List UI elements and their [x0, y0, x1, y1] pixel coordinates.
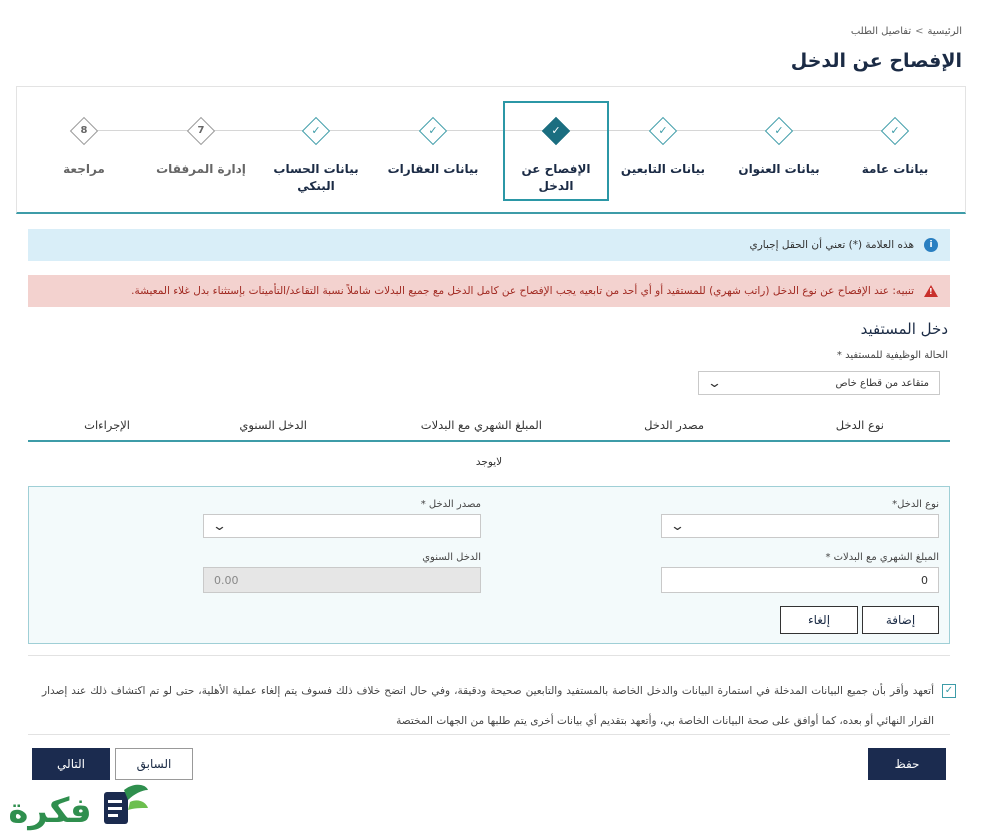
step-label: بيانات التابعين	[620, 162, 706, 176]
check-icon: ✓	[880, 116, 910, 146]
section-title-beneficiary-income: دخل المستفيد	[860, 320, 948, 338]
chevron-down-icon: ⌄	[211, 518, 228, 534]
step-bank-account-data[interactable]: ✓ بيانات الحساب البنكي	[261, 87, 371, 215]
add-income-button[interactable]: إضافة	[862, 606, 939, 634]
income-type-select[interactable]: ⌄	[661, 514, 939, 538]
page-title: الإفصاح عن الدخل	[790, 50, 962, 72]
employment-status-value: متقاعد من قطاع خاص	[835, 377, 929, 389]
income-warning-alert: ! تنبيه: عند الإفصاح عن نوع الدخل (راتب …	[28, 275, 950, 307]
table-empty-message: لايوجد	[475, 456, 503, 468]
step-label: بيانات الحساب البنكي	[273, 162, 359, 193]
warning-alert-text: تنبيه: عند الإفصاح عن نوع الدخل (راتب شه…	[131, 285, 914, 297]
breadcrumb-separator: >	[915, 26, 924, 37]
check-icon: ✓	[541, 116, 571, 146]
breadcrumb-current: تفاصيل الطلب	[850, 26, 912, 37]
info-alert-text: هذه العلامة (*) تعني أن الحقل إجباري	[749, 239, 914, 251]
consent-checkbox[interactable]: ✓	[942, 684, 956, 698]
annual-income-value: 0.00	[214, 573, 239, 587]
step-dependents-data[interactable]: ✓ بيانات التابعين	[608, 87, 718, 215]
income-type-label: نوع الدخل*	[892, 499, 939, 510]
step-label: بيانات العنوان	[738, 162, 820, 176]
step-number-8: 8	[69, 116, 99, 146]
divider	[28, 734, 950, 735]
step-label: مراجعة	[63, 162, 105, 176]
required-field-info-alert: i هذه العلامة (*) تعني أن الحقل إجباري	[28, 229, 950, 261]
income-source-select[interactable]: ⌄	[203, 514, 481, 538]
monthly-amount-input[interactable]: 0	[661, 567, 939, 593]
add-income-form: نوع الدخل* ⌄ مصدر الدخل * ⌄ المبلغ الشهر…	[28, 486, 950, 644]
fikra-logo-mark: فكرة	[8, 784, 148, 831]
next-button[interactable]: التالي	[32, 748, 110, 780]
step-attachments[interactable]: 7 إدارة المرفقات	[146, 87, 256, 215]
column-header-income-type: نوع الدخل	[835, 418, 884, 432]
check-icon: ✓	[648, 116, 678, 146]
previous-button[interactable]: السابق	[115, 748, 193, 780]
monthly-amount-label: المبلغ الشهري مع البدلات *	[825, 552, 939, 563]
step-label: بيانات عامة	[861, 162, 929, 176]
breadcrumb: الرئيسية > تفاصيل الطلب	[851, 26, 962, 37]
check-icon: ✓	[418, 116, 448, 146]
consent-declaration: ✓ أتعهد وأقر بأن جميع البيانات المدخلة ف…	[42, 676, 956, 736]
save-button[interactable]: حفظ	[868, 748, 946, 780]
step-address-data[interactable]: ✓ بيانات العنوان	[724, 87, 834, 215]
step-label: إدارة المرفقات	[156, 162, 246, 176]
annual-income-label: الدخل السنوي	[422, 552, 481, 563]
step-general-data[interactable]: ✓ بيانات عامة	[840, 87, 950, 215]
wizard-stepper: ✓ بيانات عامة ✓ بيانات العنوان ✓ بيانات …	[16, 86, 966, 214]
column-header-monthly-amount: المبلغ الشهري مع البدلات	[420, 418, 542, 432]
chevron-down-icon: ⌄	[669, 518, 686, 534]
step-label: بيانات العقارات	[387, 162, 479, 176]
step-label: الإفصاح عن الدخل	[521, 162, 591, 193]
divider	[28, 655, 950, 656]
column-header-income-source: مصدر الدخل	[644, 418, 704, 432]
employment-status-select[interactable]: متقاعد من قطاع خاص ⌄	[698, 371, 940, 395]
logo-wordmark: فكرة	[8, 791, 91, 831]
check-icon: ✓	[301, 116, 331, 146]
column-header-annual-income: الدخل السنوي	[239, 418, 307, 432]
employment-status-label: الحالة الوظيفية للمستفيد *	[836, 350, 948, 361]
cancel-income-button[interactable]: إلغاء	[780, 606, 858, 634]
info-icon: i	[924, 238, 938, 252]
breadcrumb-home[interactable]: الرئيسية	[928, 26, 962, 37]
consent-text: أتعهد وأقر بأن جميع البيانات المدخلة في …	[42, 685, 934, 727]
step-real-estate-data[interactable]: ✓ بيانات العقارات	[378, 87, 488, 215]
income-table-header: نوع الدخل مصدر الدخل المبلغ الشهري مع ال…	[28, 414, 950, 442]
annual-income-input: 0.00	[203, 567, 481, 593]
column-header-actions: الإجراءات	[84, 418, 130, 432]
step-income-disclosure[interactable]: ✓ الإفصاح عن الدخل	[503, 101, 609, 201]
step-number-7: 7	[186, 116, 216, 146]
step-review[interactable]: 8 مراجعة	[29, 87, 139, 215]
monthly-amount-value: 0	[921, 573, 928, 587]
fikra-logo: فكرة	[0, 778, 152, 838]
check-icon: ✓	[764, 116, 794, 146]
page: الرئيسية > تفاصيل الطلب الإفصاح عن الدخل…	[12, 10, 980, 802]
income-source-label: مصدر الدخل *	[420, 499, 481, 510]
warning-icon: !	[924, 285, 938, 297]
chevron-down-icon: ⌄	[706, 375, 723, 391]
